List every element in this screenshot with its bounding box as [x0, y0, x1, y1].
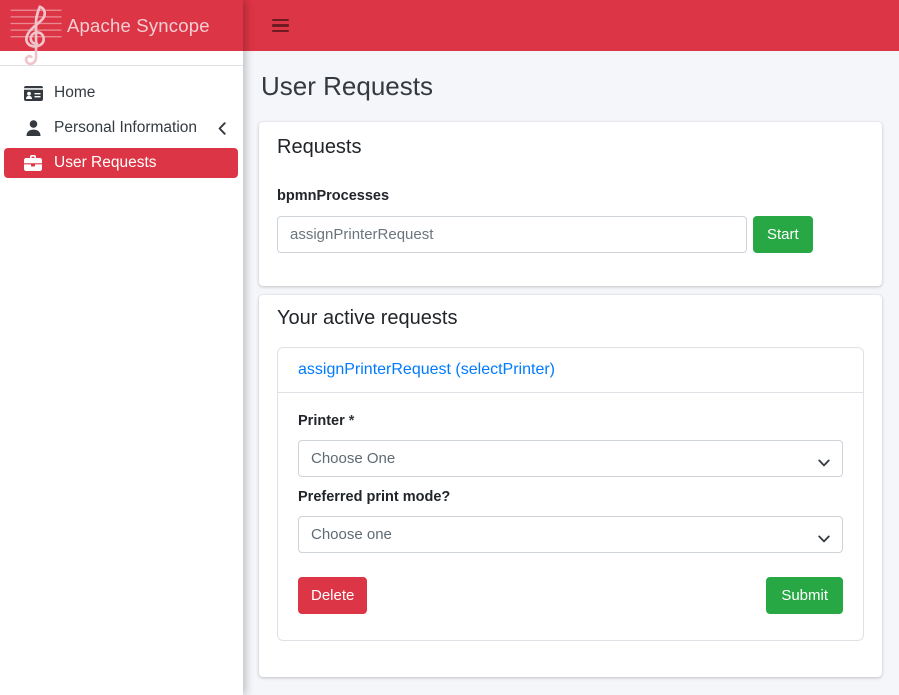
active-request-link[interactable]: assignPrinterRequest (selectPrinter)	[298, 361, 555, 378]
printer-select-wrap: Choose One	[298, 440, 843, 477]
print-mode-select[interactable]: Choose one	[298, 516, 843, 553]
app-window: Apache Syncope Home	[0, 0, 899, 695]
brand-link[interactable]: Apache Syncope	[0, 0, 243, 51]
printer-label: Printer *	[298, 413, 843, 430]
active-requests-card-title: Your active requests	[277, 307, 864, 329]
active-request-panel: assignPrinterRequest (selectPrinter) Pri…	[277, 347, 864, 641]
sidebar-item-personal-information[interactable]: Personal Information	[4, 113, 238, 143]
brand-title: Apache Syncope	[67, 15, 210, 37]
bpmn-process-input[interactable]	[277, 216, 747, 253]
start-button[interactable]: Start	[753, 216, 813, 253]
sidebar-item-label: Personal Information	[54, 119, 197, 137]
print-mode-select-wrap: Choose one	[298, 516, 843, 553]
print-mode-label: Preferred print mode?	[298, 489, 843, 506]
user-icon	[22, 120, 44, 136]
form-actions-row: Delete Submit	[298, 577, 843, 614]
content-area: User Requests Requests bpmnProcesses Sta…	[243, 51, 899, 695]
required-mark: *	[349, 413, 355, 429]
bpmn-process-input-row: Start	[277, 216, 864, 253]
active-request-panel-header: assignPrinterRequest (selectPrinter)	[278, 348, 863, 393]
requests-card: Requests bpmnProcesses Start	[259, 122, 882, 286]
sidebar-menu: Home Personal Information	[0, 66, 243, 178]
delete-button[interactable]: Delete	[298, 577, 367, 614]
page-title: User Requests	[261, 73, 882, 100]
chevron-left-icon	[218, 122, 226, 140]
submit-button[interactable]: Submit	[766, 577, 843, 614]
hamburger-icon[interactable]	[268, 15, 293, 37]
main-column: User Requests Requests bpmnProcesses Sta…	[243, 0, 899, 695]
briefcase-icon	[22, 155, 44, 171]
active-request-form: Printer * Choose One	[278, 393, 863, 640]
bpmn-processes-label: bpmnProcesses	[277, 188, 864, 204]
sidebar: Apache Syncope Home	[0, 0, 243, 695]
sidebar-item-user-requests[interactable]: User Requests	[4, 148, 238, 178]
top-navbar	[243, 0, 899, 51]
active-requests-card: Your active requests assignPrinterReques…	[259, 295, 882, 677]
requests-card-title: Requests	[277, 136, 864, 158]
sidebar-item-label: User Requests	[54, 154, 157, 172]
printer-select[interactable]: Choose One	[298, 440, 843, 477]
treble-clef-logo-icon	[8, 3, 66, 71]
sidebar-item-label: Home	[54, 84, 95, 102]
id-card-icon	[22, 86, 44, 101]
sidebar-item-home[interactable]: Home	[4, 78, 238, 108]
printer-label-text: Printer	[298, 413, 345, 429]
